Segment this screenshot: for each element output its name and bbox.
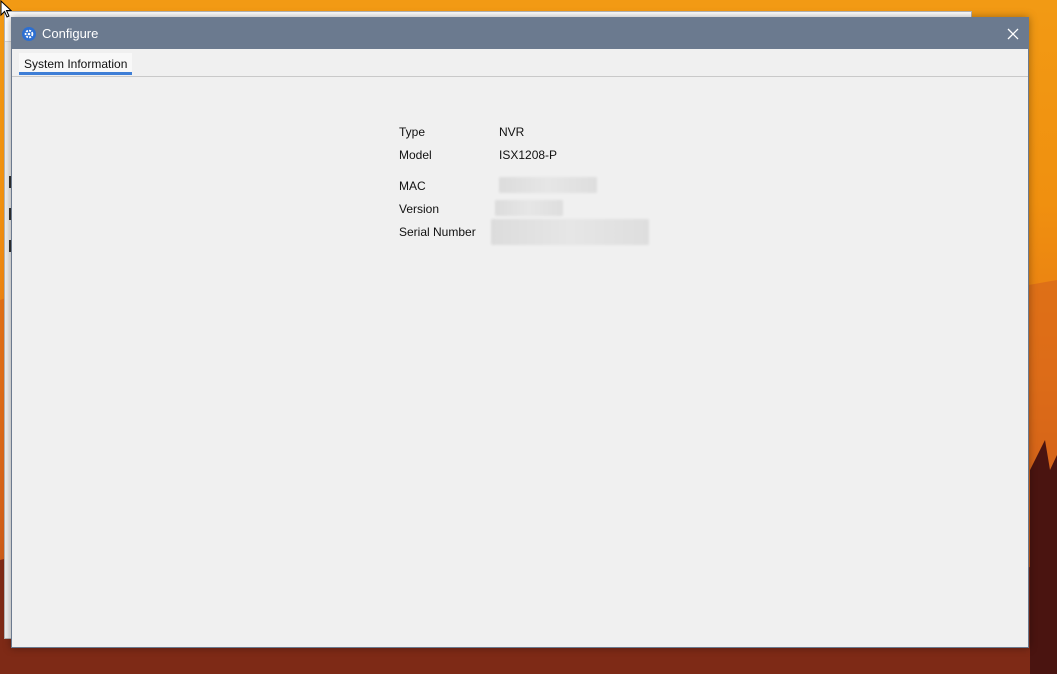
dialog-titlebar[interactable]: Configure <box>12 18 1028 49</box>
mac-label: MAC <box>399 179 426 193</box>
version-label: Version <box>399 202 440 216</box>
serial-number-value-redacted <box>491 219 649 245</box>
close-icon <box>1007 28 1019 39</box>
tab-system-information[interactable]: System Information <box>19 53 133 75</box>
type-value: NVR <box>499 125 525 139</box>
mouse-cursor-icon <box>0 0 12 18</box>
type-label: Type <box>399 125 426 139</box>
serial-number-label: Serial Number <box>399 225 476 239</box>
model-value: ISX1208-P <box>499 148 558 162</box>
dialog-title: Configure <box>42 26 99 41</box>
tab-bar: System Information <box>12 49 1028 77</box>
model-label: Model <box>399 148 432 162</box>
configure-dialog: Configure System Information Type NVR Mo… <box>11 17 1029 648</box>
mac-value-redacted <box>499 177 597 193</box>
close-button[interactable] <box>998 18 1028 49</box>
gear-icon <box>22 26 36 41</box>
version-value-redacted <box>495 200 563 216</box>
